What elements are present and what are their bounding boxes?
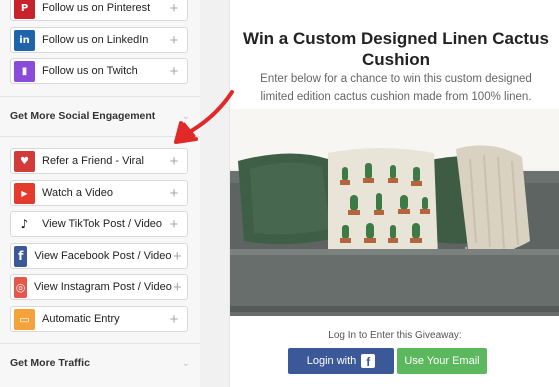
section-header-social-engagement[interactable]: Get More Social Engagement ⌄ [10,106,190,126]
entry-label: Follow us on LinkedIn [42,34,149,46]
giveaway-preview: Win a Custom Designed Linen Cactus Cushi… [229,0,559,387]
entry-label: Refer a Friend - Viral [42,155,144,167]
email-button-label: Use Your Email [404,355,480,367]
entry-options-sidebar: P Follow us on Pinterest + in Follow us … [0,0,200,387]
cactus-cushion-photo [230,109,559,316]
giveaway-description: Enter below for a chance to win this cus… [260,73,532,103]
login-button-label: Login with [306,355,357,367]
plus-icon[interactable]: + [165,33,183,48]
entry-label: Follow us on Twitch [42,65,138,77]
plus-icon[interactable]: + [165,1,183,16]
section-divider [0,343,200,344]
automatic-entry-icon: ▭ [14,308,35,330]
section-title: Get More Social Engagement [10,110,156,122]
chevron-down-icon[interactable]: ⌄ [182,111,190,122]
plus-icon[interactable]: + [172,249,183,264]
youtube-icon: ▶ [14,182,35,204]
section-divider [0,96,200,97]
plus-icon[interactable]: + [172,280,183,295]
use-your-email-button[interactable]: Use Your Email [397,348,487,374]
plus-icon[interactable]: + [165,154,183,169]
plus-icon[interactable]: + [165,64,183,79]
plus-icon[interactable]: + [165,217,183,232]
twitch-icon: ▮ [14,60,35,82]
heart-icon: ♥ [14,150,35,172]
entry-refer-a-friend[interactable]: ♥ Refer a Friend - Viral + [10,148,188,174]
entry-label: Follow us on Pinterest [42,2,151,14]
giveaway-image [230,109,559,316]
chevron-down-icon[interactable]: ⌄ [182,358,190,369]
entry-view-tiktok[interactable]: ♪ View TikTok Post / Video + [10,211,188,237]
entry-automatic[interactable]: ▭ Automatic Entry + [10,306,188,332]
entry-label: View TikTok Post / Video [42,218,163,230]
entry-watch-video[interactable]: ▶ Watch a Video + [10,180,188,206]
entry-label: Automatic Entry [42,313,120,325]
linkedin-icon: in [14,29,35,51]
plus-icon[interactable]: + [165,186,183,201]
section-divider [0,136,200,137]
entry-follow-pinterest[interactable]: P Follow us on Pinterest + [10,0,188,21]
entry-follow-linkedin[interactable]: in Follow us on LinkedIn + [10,27,188,53]
plus-icon[interactable]: + [165,312,183,327]
entry-follow-twitch[interactable]: ▮ Follow us on Twitch + [10,58,188,84]
entry-view-facebook[interactable]: f View Facebook Post / Video + [10,243,188,269]
giveaway-title: Win a Custom Designed Linen Cactus Cushi… [243,29,549,69]
login-with-facebook-button[interactable]: Login with f [288,348,394,374]
tiktok-icon: ♪ [14,213,35,235]
pinterest-icon: P [14,0,35,19]
section-header-traffic[interactable]: Get More Traffic ⌄ [10,353,190,373]
entry-view-instagram[interactable]: ◎ View Instagram Post / Video + [10,274,188,300]
instagram-icon: ◎ [14,276,28,298]
entry-label: Watch a Video [42,187,113,199]
entry-label: View Instagram Post / Video [34,281,172,293]
facebook-icon: f [14,245,28,267]
facebook-icon: f [361,354,376,368]
login-prompt: Log In to Enter this Giveaway: [328,330,462,341]
section-title: Get More Traffic [10,357,90,369]
entry-label: View Facebook Post / Video [34,250,172,262]
